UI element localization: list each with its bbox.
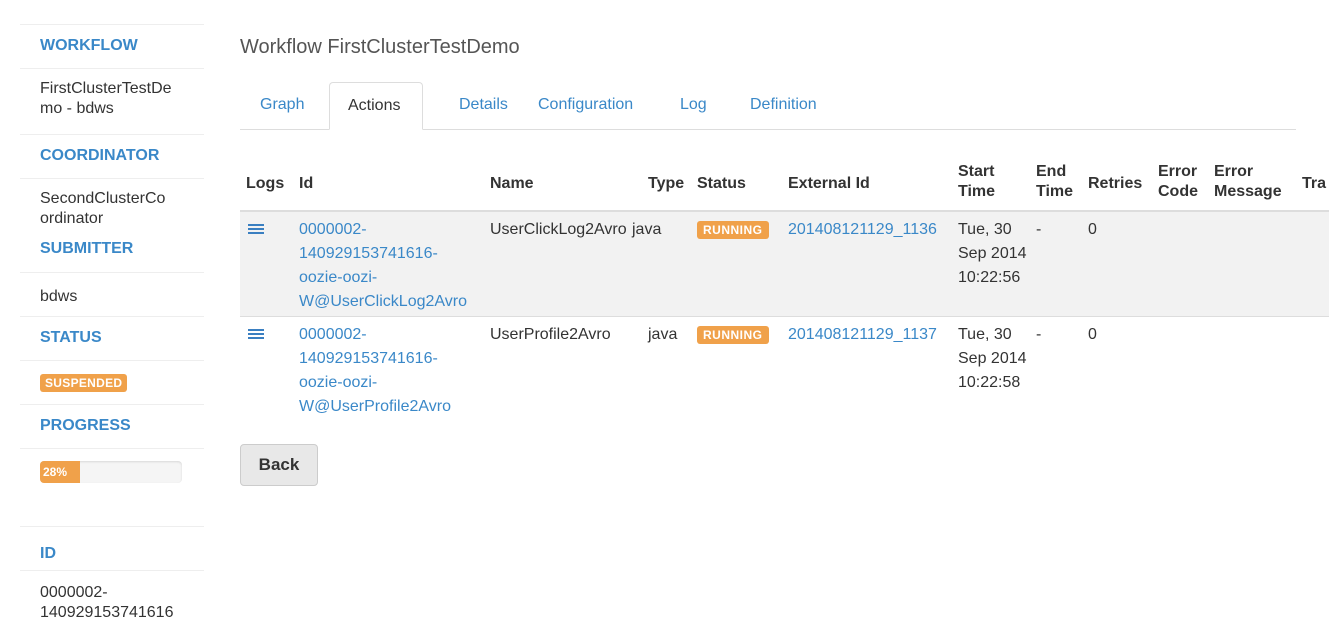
col-header-status: Status	[697, 175, 746, 192]
workflow-value-line1: FirstClusterTestDe	[40, 80, 172, 97]
status-cell: RUNNING	[697, 218, 769, 242]
action-name: UserClickLog2Avro	[490, 221, 627, 238]
col-header-name: Name	[490, 175, 534, 192]
tab-configuration[interactable]: Configuration	[520, 82, 651, 128]
id-value-line2: 140929153741616	[40, 604, 174, 621]
col-header-external-id: External Id	[788, 175, 870, 192]
workflow-value-line2: mo - bdws	[40, 100, 114, 117]
page-title: Workflow FirstClusterTestDemo	[240, 36, 520, 58]
progress-bar: 28%	[40, 461, 182, 483]
col-header-end-time: End Time	[1036, 163, 1074, 200]
progress-heading: PROGRESS	[20, 404, 204, 436]
tab-details[interactable]: Details	[441, 82, 526, 128]
status-container: SUSPENDED	[20, 360, 204, 404]
submitter-value: bdws	[20, 272, 204, 316]
retries: 0	[1088, 221, 1097, 238]
tab-log[interactable]: Log	[662, 82, 725, 128]
action-id-link[interactable]: 0000002- 140929153741616- oozie-oozi- W@…	[299, 323, 484, 419]
col-header-error-message: Error Message	[1214, 163, 1282, 200]
tab-bar: Graph Actions Details Configuration Log …	[240, 82, 1296, 130]
col-header-tra: Tra	[1302, 175, 1327, 192]
tab-actions[interactable]: Actions	[329, 82, 423, 130]
id-heading: ID	[20, 526, 204, 570]
end-time: -	[1036, 221, 1042, 238]
progress-bar-fill: 28%	[40, 461, 80, 483]
status-badge: SUSPENDED	[40, 374, 128, 392]
logs-icon[interactable]	[248, 224, 264, 236]
status-badge: RUNNING	[697, 326, 769, 344]
workflow-heading: WORKFLOW	[20, 24, 204, 56]
id-value-line1: 0000002-	[40, 584, 108, 601]
col-header-logs: Logs	[246, 175, 285, 192]
start-time: Tue, 30 Sep 2014 10:22:56	[958, 221, 1027, 286]
col-header-start-time: Start Time	[958, 163, 996, 200]
status-heading: STATUS	[20, 316, 204, 348]
back-button[interactable]: Back	[240, 444, 318, 486]
workflow-value[interactable]: FirstClusterTestDe mo - bdws	[20, 68, 204, 134]
tab-graph[interactable]: Graph	[242, 82, 322, 128]
col-header-id: Id	[299, 175, 314, 192]
action-type: java	[632, 221, 662, 238]
retries: 0	[1088, 326, 1097, 343]
external-id-link[interactable]: 201408121129_1136	[788, 218, 937, 242]
submitter-heading: SUBMITTER	[40, 240, 134, 257]
id-value: 0000002- 140929153741616	[20, 570, 204, 623]
end-time: -	[1036, 326, 1042, 343]
logs-icon[interactable]	[248, 329, 264, 341]
status-cell: RUNNING	[697, 323, 769, 347]
col-header-error-code: Error Code	[1158, 163, 1198, 200]
external-id-link[interactable]: 201408121129_1137	[788, 323, 937, 347]
action-id-link[interactable]: 0000002- 140929153741616- oozie-oozi- W@…	[299, 218, 484, 314]
col-header-retries: Retries	[1088, 175, 1143, 192]
action-name: UserProfile2Avro	[490, 326, 611, 343]
tab-definition[interactable]: Definition	[732, 82, 835, 128]
sidebar: WORKFLOW FirstClusterTestDe mo - bdws CO…	[20, 24, 204, 623]
status-badge: RUNNING	[697, 221, 769, 239]
coordinator-heading: COORDINATOR	[20, 134, 204, 166]
table-row: 0000002- 140929153741616- oozie-oozi- W@…	[240, 212, 1329, 316]
coordinator-value-line1: SecondClusterCo	[40, 190, 166, 207]
action-type: java	[648, 326, 678, 343]
start-time: Tue, 30 Sep 2014 10:22:58	[958, 326, 1027, 391]
table-row: 0000002- 140929153741616- oozie-oozi- W@…	[240, 317, 1329, 421]
progress-container: 28%	[20, 448, 204, 526]
col-header-type: Type	[648, 175, 685, 192]
coordinator-value-line2: ordinator	[40, 210, 104, 227]
